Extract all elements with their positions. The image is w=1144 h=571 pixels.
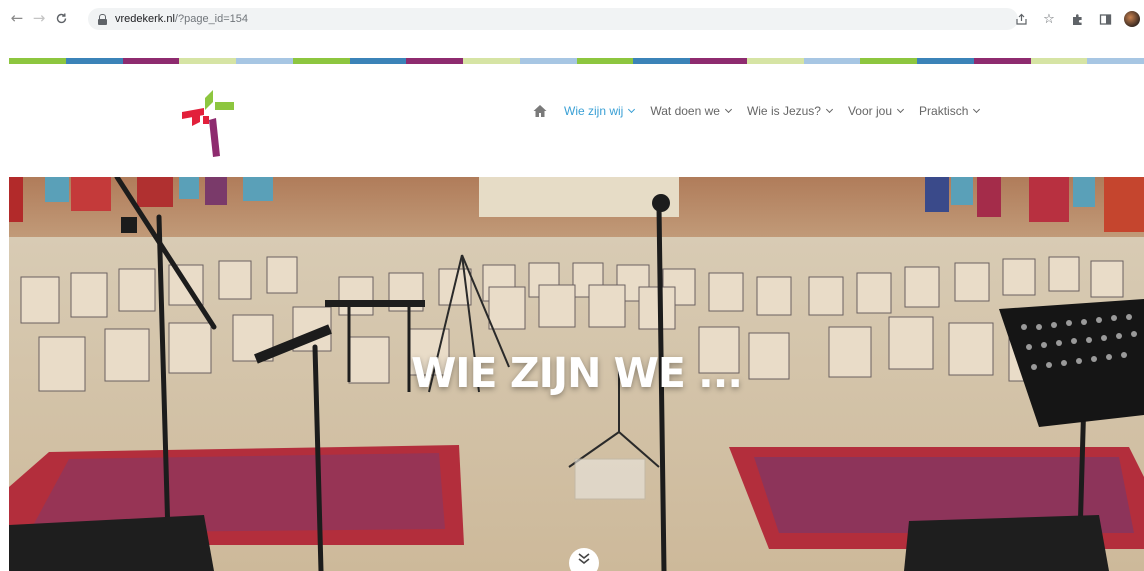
chevron-down-icon [724,105,732,114]
reload-icon[interactable] [50,7,72,29]
nav-item-wie-is-jezus[interactable]: Wie is Jezus? [746,104,834,118]
site-header: Wie zijn wij Wat doen we Wie is Jezus? V… [0,64,1144,177]
arrow-right-icon[interactable]: → [28,7,50,29]
hero-banner: WIE ZIJN WE ... [9,177,1144,571]
nav-item-label: Wat doen we [650,104,720,118]
nav-item-label: Voor jou [847,104,893,118]
nav-item-label: Wie is Jezus? [746,104,821,118]
profile-avatar[interactable] [1124,11,1140,27]
chevron-down-icon [628,105,636,114]
extensions-icon[interactable] [1068,10,1086,28]
chevron-down-icon [973,105,981,114]
main-navigation: Wie zijn wij Wat doen we Wie is Jezus? V… [532,100,995,122]
nav-item-praktisch[interactable]: Praktisch [919,104,981,118]
nav-item-voor-jou[interactable]: Voor jou [847,104,905,118]
arrow-left-icon[interactable]: ← [6,7,28,29]
nav-item-wie-zijn-wij[interactable]: Wie zijn wij [564,104,636,118]
sidepanel-icon[interactable] [1096,10,1114,28]
nav-item-label: Wie zijn wij [564,104,624,118]
lock-icon [98,13,107,25]
home-icon[interactable] [532,103,548,119]
url-text: vredekerk.nl/?page_id=154 [115,13,249,25]
star-icon[interactable]: ☆ [1040,10,1058,28]
browser-toolbar: ← → vredekerk.nl/?page_id=154 ☆ [0,0,1144,36]
hero-title: WIE ZIJN WE ... [411,349,743,397]
chevron-down-icon [825,105,834,114]
chevron-down-icon [896,105,905,114]
nav-item-label: Praktisch [919,104,969,118]
double-chevron-down-icon[interactable] [569,548,599,571]
address-bar[interactable]: vredekerk.nl/?page_id=154 [88,8,1018,30]
share-icon[interactable] [1012,10,1030,28]
nav-item-wat-doen-we[interactable]: Wat doen we [650,104,732,118]
cross-logo-icon[interactable] [178,88,238,160]
